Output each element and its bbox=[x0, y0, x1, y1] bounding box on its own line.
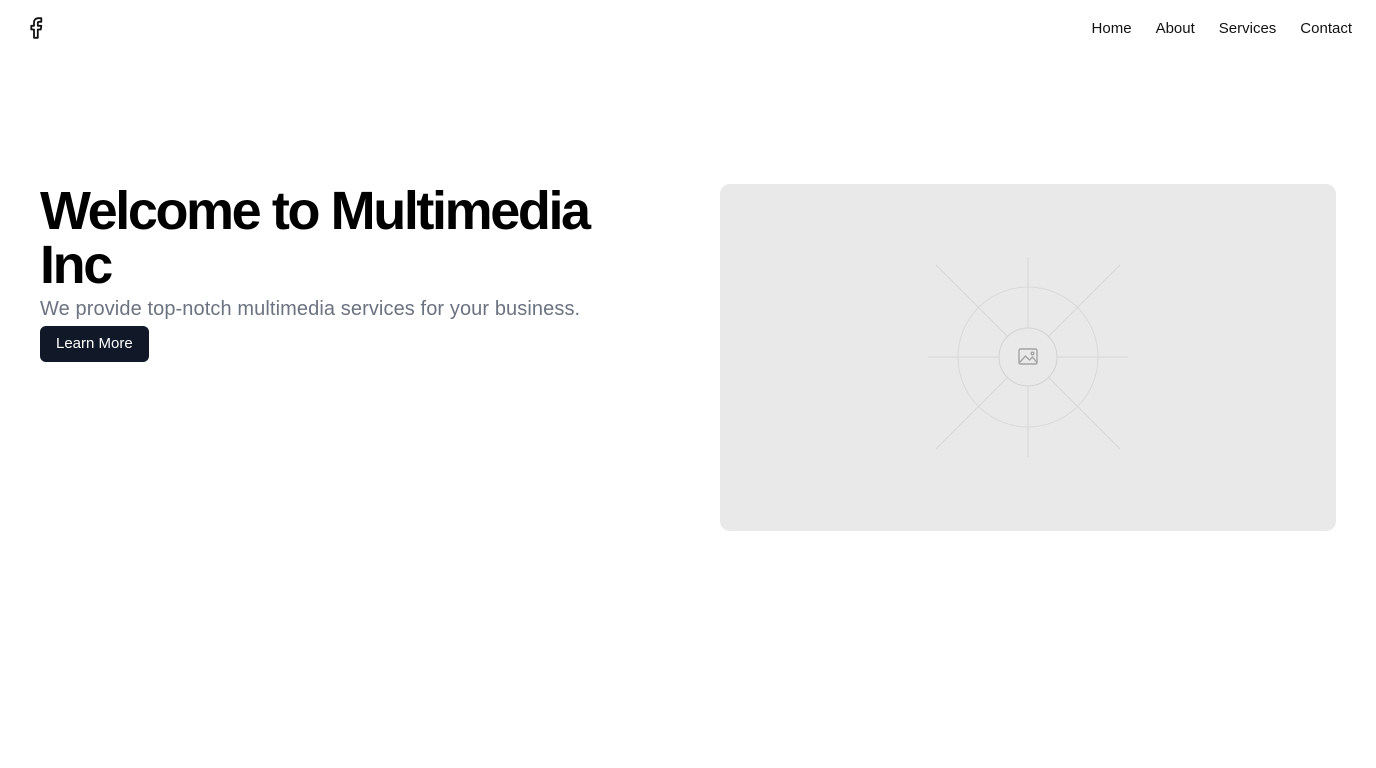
hero-section: Welcome to Multimedia Inc We provide top… bbox=[40, 184, 660, 362]
site-header: Home About Services Contact bbox=[0, 0, 1376, 56]
main-nav: Home About Services Contact bbox=[1092, 0, 1352, 56]
hero-subtitle: We provide top-notch multimedia services… bbox=[40, 298, 581, 320]
nav-services-link[interactable]: Services bbox=[1219, 20, 1277, 37]
facebook-icon[interactable] bbox=[24, 14, 48, 42]
hero-image-placeholder bbox=[720, 184, 1336, 531]
hero-title: Welcome to Multimedia Inc bbox=[40, 181, 591, 295]
nav-contact-link[interactable]: Contact bbox=[1300, 20, 1352, 37]
page: Home About Services Contact Welcome to M… bbox=[0, 0, 1376, 768]
learn-more-button[interactable]: Learn More bbox=[40, 326, 149, 362]
nav-about-link[interactable]: About bbox=[1156, 20, 1195, 37]
image-placeholder-graphic bbox=[928, 257, 1128, 457]
nav-home-link[interactable]: Home bbox=[1092, 20, 1132, 37]
